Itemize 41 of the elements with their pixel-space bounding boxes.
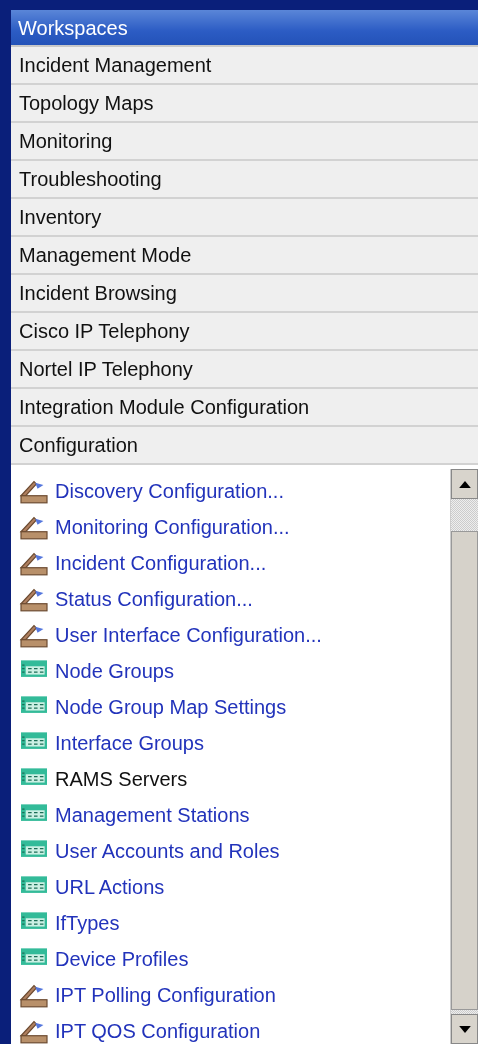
workspace-tab[interactable]: Topology Maps — [11, 85, 478, 123]
configuration-link[interactable]: RAMS Servers — [55, 767, 188, 791]
configuration-link[interactable]: Discovery Configuration... — [55, 479, 284, 503]
workspace-tab[interactable]: Management Mode — [11, 237, 478, 275]
workspace-tab[interactable]: Cisco IP Telephony — [11, 313, 478, 351]
configuration-link[interactable]: Interface Groups — [55, 731, 204, 755]
configuration-link[interactable]: Status Configuration... — [55, 587, 253, 611]
configuration-link[interactable]: Device Profiles — [55, 947, 189, 971]
configuration-link[interactable]: URL Actions — [55, 875, 165, 899]
scroll-down-button[interactable] — [451, 1014, 478, 1044]
wizard-icon — [19, 586, 49, 612]
configuration-link[interactable]: User Interface Configuration... — [55, 623, 322, 647]
workspace-tab[interactable]: Inventory — [11, 199, 478, 237]
wizard-icon — [19, 982, 49, 1008]
configuration-link[interactable]: Incident Configuration... — [55, 551, 267, 575]
configuration-link[interactable]: IfTypes — [55, 911, 120, 935]
configuration-link[interactable]: User Accounts and Roles — [55, 839, 280, 863]
scroll-thumb[interactable] — [451, 531, 478, 1010]
wizard-icon — [19, 622, 49, 648]
wizard-icon — [19, 514, 49, 540]
up-arrow-icon — [458, 480, 471, 488]
scroll-up-button[interactable] — [451, 469, 478, 499]
configuration-link[interactable]: Node Groups — [55, 659, 174, 683]
workspace-tab[interactable]: Configuration — [11, 427, 478, 465]
wizard-icon — [19, 478, 49, 504]
workspace-tab[interactable]: Nortel IP Telephony — [11, 351, 478, 389]
workspace-tab[interactable]: Integration Module Configuration — [11, 389, 478, 427]
configuration-link[interactable]: Management Stations — [55, 803, 250, 827]
configuration-link[interactable]: Node Group Map Settings — [55, 695, 287, 719]
configuration-link[interactable]: Monitoring Configuration... — [55, 515, 290, 539]
scrollbar[interactable] — [450, 469, 478, 1044]
wizard-icon — [19, 550, 49, 576]
workspace-tab[interactable]: Incident Management — [11, 47, 478, 85]
workspace-tab[interactable]: Monitoring — [11, 123, 478, 161]
workspace-tab[interactable]: Troubleshooting — [11, 161, 478, 199]
wizard-icon — [19, 1018, 49, 1044]
configuration-link[interactable]: IPT QOS Configuration — [55, 1019, 261, 1043]
down-arrow-icon — [458, 1025, 471, 1033]
workspace-tab[interactable]: Incident Browsing — [11, 275, 478, 313]
panel-header: Workspaces — [11, 10, 478, 47]
configuration-link[interactable]: IPT Polling Configuration — [55, 983, 276, 1007]
